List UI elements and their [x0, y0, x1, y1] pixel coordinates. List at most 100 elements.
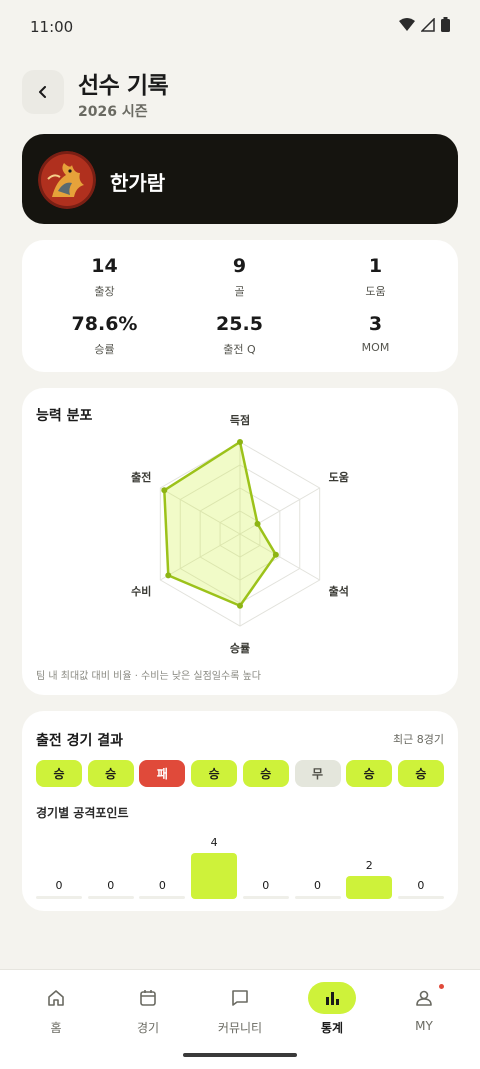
- radar-axis-label: 출석: [329, 584, 349, 598]
- player-profile-card: 한가람: [22, 134, 458, 224]
- stat-value: 14: [91, 255, 118, 277]
- radar-axis-label: 득점: [230, 413, 250, 427]
- nav-home[interactable]: 홈: [8, 970, 104, 1042]
- points-bar-track: [242, 896, 289, 899]
- points-bar-track: [139, 896, 186, 899]
- result-pill-win: 승: [191, 760, 238, 787]
- points-bar-chart: 0 0 0 4 0 0 2 0: [36, 829, 444, 899]
- nav-label: 홈: [50, 1021, 62, 1035]
- battery-icon: [441, 17, 450, 32]
- points-bar: 0: [139, 829, 186, 899]
- radar-data-point: [254, 520, 261, 527]
- radar-data-point: [237, 439, 243, 445]
- result-pill-win: 승: [87, 760, 134, 787]
- home-indicator: [183, 1053, 297, 1057]
- stat-label: 골: [234, 285, 245, 298]
- points-bar-value: 0: [314, 879, 321, 892]
- signal-icon: [421, 17, 435, 32]
- result-pill-win: 승: [242, 760, 289, 787]
- status-icons: [399, 17, 450, 32]
- result-pill-win: 승: [36, 760, 82, 787]
- bar-chart-icon: [308, 982, 356, 1014]
- notification-dot: [439, 984, 444, 989]
- radar-note: 팀 내 최대값 대비 비율 · 수비는 낮은 실점일수록 높다: [36, 671, 261, 682]
- result-pill-draw: 무: [294, 760, 341, 787]
- points-bar-value: 0: [262, 879, 270, 892]
- page-title: 선수 기록: [78, 73, 169, 99]
- radar-chart: 득점도움출석승률 수비 출전: [131, 413, 349, 655]
- result-pill-win: 승: [397, 760, 444, 787]
- chevron-left-icon: [39, 86, 46, 98]
- points-bar-value: 4: [210, 836, 218, 849]
- back-button[interactable]: [22, 70, 64, 114]
- stat-label: 출전 Q: [223, 343, 256, 356]
- stat-label: 도움: [365, 285, 386, 298]
- points-bar-track: [294, 896, 341, 899]
- points-bar-fill: [346, 876, 393, 899]
- player-name: 한가람: [110, 171, 166, 195]
- result-pill-loss: 패: [139, 760, 186, 787]
- points-bar: 0: [397, 829, 444, 899]
- stat-appearance-q: 25.5 출전 Q: [167, 313, 312, 357]
- points-bar: 0: [294, 829, 341, 899]
- radar-axis-label: 수비: [131, 584, 151, 598]
- points-bar-value: 0: [158, 879, 166, 892]
- points-bar: 0: [36, 829, 82, 899]
- radar-axis-label: 승률: [230, 642, 250, 655]
- nav-label: 통계: [320, 1021, 344, 1035]
- results-title: 출전 경기 결과: [36, 733, 124, 749]
- radar-data-point: [237, 602, 243, 609]
- points-bar-value: 0: [417, 879, 425, 892]
- nav-my[interactable]: MY: [376, 970, 472, 1042]
- points-bar-value: 0: [107, 879, 115, 892]
- nav-games[interactable]: 경기: [100, 970, 196, 1042]
- match-results-card: 출전 경기 결과 최근 8경기 승승패승승무승승 경기별 공격포인트 00040…: [22, 711, 458, 911]
- stats-summary-card: 14 출장 9 골 1 도움 78.6% 승률 25.5 출전 Q 3 MOM: [22, 240, 458, 372]
- stat-win-rate: 78.6% 승률: [32, 313, 177, 357]
- page-header: 선수 기록 2026 시즌: [22, 68, 462, 124]
- radar-data-point: [272, 551, 279, 558]
- stat-goals: 9 골: [167, 255, 312, 299]
- stat-value: 25.5: [216, 313, 263, 335]
- stat-label: MOM: [361, 341, 390, 354]
- points-bar: 0: [87, 829, 134, 899]
- stat-value: 78.6%: [71, 313, 138, 335]
- result-pill-win: 승: [346, 760, 393, 787]
- points-bar: 2: [346, 829, 393, 899]
- avatar[interactable]: [38, 151, 96, 209]
- stat-assists: 1 도움: [303, 255, 448, 299]
- nav-label: 경기: [136, 1021, 160, 1035]
- dragon-avatar-image: [38, 151, 96, 209]
- radar-axis-label: 도움: [329, 471, 349, 484]
- points-bar: 0: [242, 829, 289, 899]
- nav-community[interactable]: 커뮤니티: [192, 970, 288, 1042]
- points-title: 경기별 공격포인트: [36, 806, 129, 820]
- stat-label: 승률: [94, 343, 115, 356]
- status-time: 11:00: [30, 18, 74, 36]
- home-icon: [32, 982, 80, 1014]
- status-bar: 11:00: [0, 0, 480, 52]
- stat-value: 9: [232, 255, 247, 277]
- points-bar-track: [397, 896, 444, 899]
- nav-label: 커뮤니티: [217, 1021, 263, 1035]
- radar-axis-label: 출전: [131, 470, 151, 484]
- points-bar-track: [87, 896, 134, 899]
- season-subtitle: 2026 시즌: [78, 104, 148, 120]
- stat-label: 출장: [94, 285, 115, 298]
- stat-value: 3: [368, 313, 383, 335]
- calendar-icon: [124, 982, 172, 1014]
- ability-radar-card: 능력 분포 득점 도움 출석 승률 수비 출전 팀 내 최대값 대비 비율 · 수비는 낮…: [22, 388, 458, 695]
- result-pills: 승승패승승무승승: [36, 760, 444, 788]
- wifi-icon: [399, 17, 415, 31]
- points-bar-value: 0: [55, 879, 63, 892]
- points-bar: 4: [191, 829, 238, 899]
- stat-appearances: 14 출장: [32, 255, 177, 299]
- points-bar-value: 2: [365, 859, 373, 872]
- stat-mom: 3 MOM: [303, 313, 448, 354]
- radar-data-point: [165, 572, 172, 579]
- nav-label: MY: [415, 1019, 433, 1033]
- chat-icon: [216, 982, 264, 1014]
- radar-data-point: [161, 487, 168, 494]
- nav-stats[interactable]: 통계: [284, 970, 380, 1042]
- points-bar-track: [36, 896, 82, 899]
